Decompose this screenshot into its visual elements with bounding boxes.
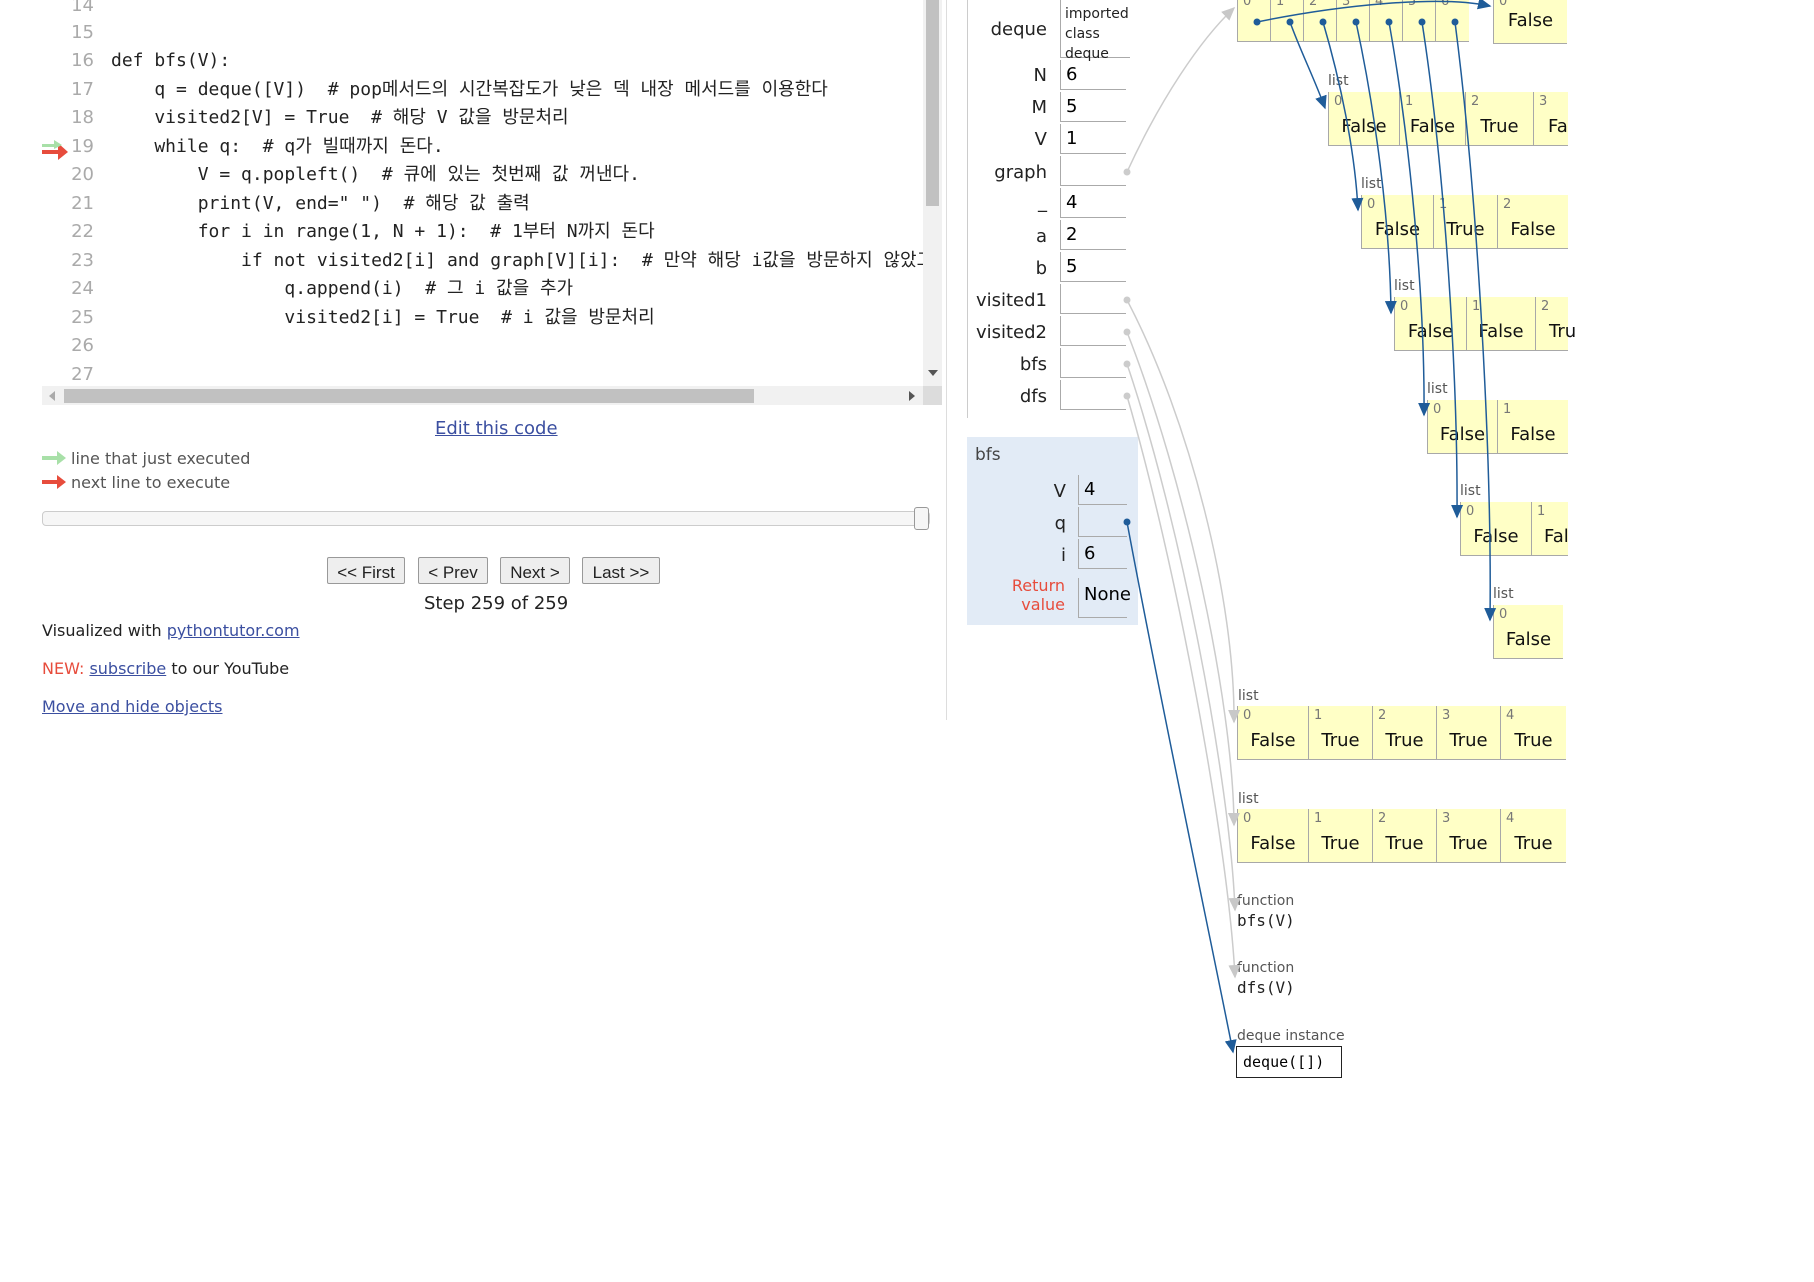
pointer-dots (1123, 168, 1131, 526)
visited1-pointer-arrow (1126, 299, 1241, 724)
graph-pointer-arrow (1126, 6, 1236, 173)
graph-element-arrows (1253, 0, 1497, 622)
q-pointer-arrow (1126, 521, 1237, 1054)
pointer-arrows (1123, 0, 1497, 1054)
dfs-pointer-arrow (1126, 395, 1241, 979)
global-pointer-arrows (1126, 6, 1241, 979)
